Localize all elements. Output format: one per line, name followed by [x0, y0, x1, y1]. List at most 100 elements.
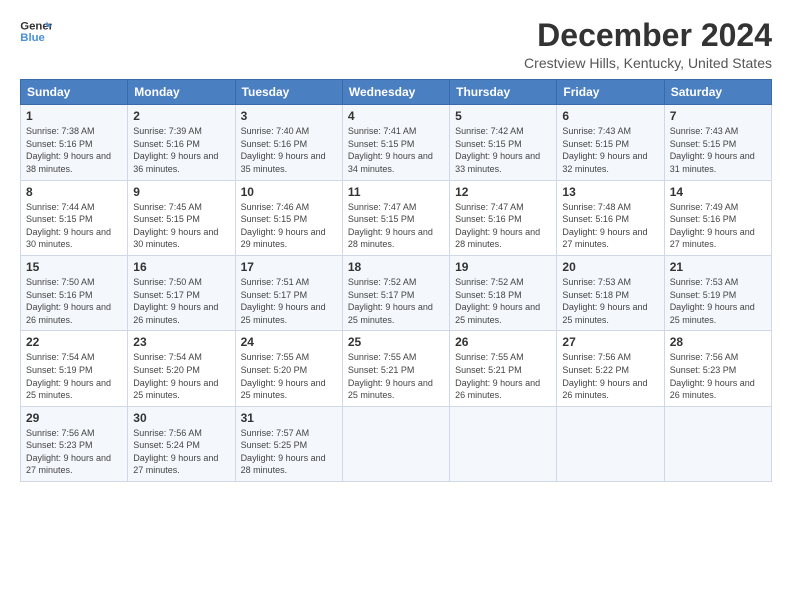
- day-number: 17: [241, 260, 337, 274]
- day-number: 4: [348, 109, 444, 123]
- calendar-cell: 5 Sunrise: 7:42 AM Sunset: 5:15 PM Dayli…: [450, 105, 557, 180]
- day-number: 27: [562, 335, 658, 349]
- calendar-cell: 12 Sunrise: 7:47 AM Sunset: 5:16 PM Dayl…: [450, 180, 557, 255]
- daylight-label: Daylight: 9 hours and 26 minutes.: [562, 378, 647, 401]
- sunrise-label: Sunrise: 7:45 AM: [133, 202, 202, 212]
- calendar-cell: 7 Sunrise: 7:43 AM Sunset: 5:15 PM Dayli…: [664, 105, 771, 180]
- sunset-label: Sunset: 5:15 PM: [670, 139, 737, 149]
- day-number: 3: [241, 109, 337, 123]
- calendar-cell: 24 Sunrise: 7:55 AM Sunset: 5:20 PM Dayl…: [235, 331, 342, 406]
- daylight-label: Daylight: 9 hours and 26 minutes.: [455, 378, 540, 401]
- daylight-label: Daylight: 9 hours and 25 minutes.: [670, 302, 755, 325]
- main-title: December 2024: [524, 18, 772, 53]
- sunrise-label: Sunrise: 7:40 AM: [241, 126, 310, 136]
- day-number: 20: [562, 260, 658, 274]
- day-info: Sunrise: 7:57 AM Sunset: 5:25 PM Dayligh…: [241, 427, 337, 477]
- daylight-label: Daylight: 9 hours and 38 minutes.: [26, 151, 111, 174]
- day-info: Sunrise: 7:56 AM Sunset: 5:23 PM Dayligh…: [26, 427, 122, 477]
- day-number: 25: [348, 335, 444, 349]
- daylight-label: Daylight: 9 hours and 25 minutes.: [455, 302, 540, 325]
- sunrise-label: Sunrise: 7:55 AM: [455, 352, 524, 362]
- sunrise-label: Sunrise: 7:57 AM: [241, 428, 310, 438]
- day-number: 12: [455, 185, 551, 199]
- sunset-label: Sunset: 5:16 PM: [26, 290, 93, 300]
- page: General Blue December 2024 Crestview Hil…: [0, 0, 792, 612]
- sunset-label: Sunset: 5:20 PM: [133, 365, 200, 375]
- daylight-label: Daylight: 9 hours and 28 minutes.: [455, 227, 540, 250]
- day-number: 5: [455, 109, 551, 123]
- sunset-label: Sunset: 5:15 PM: [241, 214, 308, 224]
- calendar-cell: 9 Sunrise: 7:45 AM Sunset: 5:15 PM Dayli…: [128, 180, 235, 255]
- calendar-cell: [664, 406, 771, 481]
- calendar-cell: 18 Sunrise: 7:52 AM Sunset: 5:17 PM Dayl…: [342, 255, 449, 330]
- calendar-header-row: Sunday Monday Tuesday Wednesday Thursday…: [21, 80, 772, 105]
- daylight-label: Daylight: 9 hours and 30 minutes.: [133, 227, 218, 250]
- col-sunday: Sunday: [21, 80, 128, 105]
- daylight-label: Daylight: 9 hours and 25 minutes.: [26, 378, 111, 401]
- daylight-label: Daylight: 9 hours and 25 minutes.: [348, 302, 433, 325]
- daylight-label: Daylight: 9 hours and 26 minutes.: [133, 302, 218, 325]
- sunrise-label: Sunrise: 7:56 AM: [133, 428, 202, 438]
- calendar-cell: 6 Sunrise: 7:43 AM Sunset: 5:15 PM Dayli…: [557, 105, 664, 180]
- col-friday: Friday: [557, 80, 664, 105]
- subtitle: Crestview Hills, Kentucky, United States: [524, 55, 772, 71]
- sunrise-label: Sunrise: 7:50 AM: [26, 277, 95, 287]
- sunrise-label: Sunrise: 7:55 AM: [348, 352, 417, 362]
- day-info: Sunrise: 7:54 AM Sunset: 5:19 PM Dayligh…: [26, 351, 122, 401]
- sunrise-label: Sunrise: 7:46 AM: [241, 202, 310, 212]
- day-info: Sunrise: 7:56 AM Sunset: 5:24 PM Dayligh…: [133, 427, 229, 477]
- daylight-label: Daylight: 9 hours and 26 minutes.: [670, 378, 755, 401]
- day-info: Sunrise: 7:49 AM Sunset: 5:16 PM Dayligh…: [670, 201, 766, 251]
- sunrise-label: Sunrise: 7:41 AM: [348, 126, 417, 136]
- title-block: December 2024 Crestview Hills, Kentucky,…: [524, 18, 772, 71]
- sunrise-label: Sunrise: 7:54 AM: [26, 352, 95, 362]
- sunset-label: Sunset: 5:16 PM: [133, 139, 200, 149]
- day-number: 18: [348, 260, 444, 274]
- day-number: 30: [133, 411, 229, 425]
- sunrise-label: Sunrise: 7:50 AM: [133, 277, 202, 287]
- sunset-label: Sunset: 5:21 PM: [348, 365, 415, 375]
- sunset-label: Sunset: 5:15 PM: [133, 214, 200, 224]
- sunrise-label: Sunrise: 7:47 AM: [455, 202, 524, 212]
- day-info: Sunrise: 7:46 AM Sunset: 5:15 PM Dayligh…: [241, 201, 337, 251]
- sunset-label: Sunset: 5:17 PM: [348, 290, 415, 300]
- day-info: Sunrise: 7:47 AM Sunset: 5:16 PM Dayligh…: [455, 201, 551, 251]
- daylight-label: Daylight: 9 hours and 27 minutes.: [133, 453, 218, 476]
- calendar-cell: 20 Sunrise: 7:53 AM Sunset: 5:18 PM Dayl…: [557, 255, 664, 330]
- calendar-cell: 8 Sunrise: 7:44 AM Sunset: 5:15 PM Dayli…: [21, 180, 128, 255]
- day-number: 10: [241, 185, 337, 199]
- day-info: Sunrise: 7:50 AM Sunset: 5:16 PM Dayligh…: [26, 276, 122, 326]
- calendar-cell: 29 Sunrise: 7:56 AM Sunset: 5:23 PM Dayl…: [21, 406, 128, 481]
- daylight-label: Daylight: 9 hours and 25 minutes.: [133, 378, 218, 401]
- day-number: 7: [670, 109, 766, 123]
- day-number: 28: [670, 335, 766, 349]
- day-info: Sunrise: 7:47 AM Sunset: 5:15 PM Dayligh…: [348, 201, 444, 251]
- day-number: 9: [133, 185, 229, 199]
- sunset-label: Sunset: 5:24 PM: [133, 440, 200, 450]
- day-number: 1: [26, 109, 122, 123]
- day-info: Sunrise: 7:43 AM Sunset: 5:15 PM Dayligh…: [670, 125, 766, 175]
- sunset-label: Sunset: 5:17 PM: [133, 290, 200, 300]
- day-number: 21: [670, 260, 766, 274]
- daylight-label: Daylight: 9 hours and 25 minutes.: [348, 378, 433, 401]
- day-info: Sunrise: 7:41 AM Sunset: 5:15 PM Dayligh…: [348, 125, 444, 175]
- day-info: Sunrise: 7:55 AM Sunset: 5:21 PM Dayligh…: [348, 351, 444, 401]
- day-info: Sunrise: 7:53 AM Sunset: 5:18 PM Dayligh…: [562, 276, 658, 326]
- calendar-cell: 26 Sunrise: 7:55 AM Sunset: 5:21 PM Dayl…: [450, 331, 557, 406]
- calendar-cell: 4 Sunrise: 7:41 AM Sunset: 5:15 PM Dayli…: [342, 105, 449, 180]
- sunrise-label: Sunrise: 7:55 AM: [241, 352, 310, 362]
- daylight-label: Daylight: 9 hours and 25 minutes.: [241, 378, 326, 401]
- daylight-label: Daylight: 9 hours and 28 minutes.: [241, 453, 326, 476]
- daylight-label: Daylight: 9 hours and 27 minutes.: [26, 453, 111, 476]
- day-info: Sunrise: 7:55 AM Sunset: 5:20 PM Dayligh…: [241, 351, 337, 401]
- sunrise-label: Sunrise: 7:49 AM: [670, 202, 739, 212]
- calendar-week-1: 1 Sunrise: 7:38 AM Sunset: 5:16 PM Dayli…: [21, 105, 772, 180]
- day-info: Sunrise: 7:45 AM Sunset: 5:15 PM Dayligh…: [133, 201, 229, 251]
- day-info: Sunrise: 7:40 AM Sunset: 5:16 PM Dayligh…: [241, 125, 337, 175]
- sunset-label: Sunset: 5:17 PM: [241, 290, 308, 300]
- sunrise-label: Sunrise: 7:43 AM: [562, 126, 631, 136]
- sunrise-label: Sunrise: 7:38 AM: [26, 126, 95, 136]
- daylight-label: Daylight: 9 hours and 35 minutes.: [241, 151, 326, 174]
- col-tuesday: Tuesday: [235, 80, 342, 105]
- calendar-week-4: 22 Sunrise: 7:54 AM Sunset: 5:19 PM Dayl…: [21, 331, 772, 406]
